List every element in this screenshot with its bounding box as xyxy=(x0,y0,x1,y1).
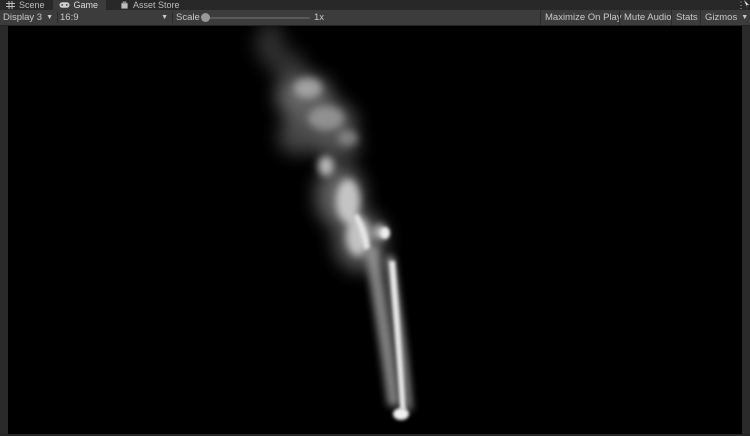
game-view[interactable] xyxy=(8,26,742,434)
tab-asset-store-label: Asset Store xyxy=(133,0,180,10)
display-dropdown[interactable]: Display 3 ▼ xyxy=(3,10,53,25)
maximize-on-play-label: Maximize On Play xyxy=(545,12,622,23)
letterbox-right xyxy=(742,26,750,436)
display-label: Display 3 xyxy=(3,12,43,23)
bag-icon xyxy=(121,1,128,9)
letterbox-left xyxy=(0,26,8,436)
editor-tab-bar: Scene Game Asset Store ⋮ xyxy=(0,0,750,10)
chevron-down-icon: ▼ xyxy=(161,14,168,21)
scale-slider-thumb[interactable] xyxy=(201,13,210,22)
divider xyxy=(172,12,173,23)
cursor-icon xyxy=(744,0,749,9)
aspect-dropdown[interactable]: 16:9 ▼ xyxy=(60,10,170,25)
smoke-particle-effect xyxy=(256,26,412,420)
tab-asset-store[interactable]: Asset Store xyxy=(106,0,188,10)
tab-game-label: Game xyxy=(73,0,99,10)
game-toolbar: Display 3 ▼ 16:9 ▼ Scale 1x Maximize On … xyxy=(0,10,750,26)
gamepad-icon xyxy=(58,2,70,8)
tab-game[interactable]: Game xyxy=(52,0,107,10)
tab-scene[interactable]: Scene xyxy=(0,0,53,10)
maximize-on-play-button[interactable]: Maximize On Play xyxy=(540,10,626,25)
tab-scene-label: Scene xyxy=(19,0,45,10)
scale-value: 1x xyxy=(314,12,325,23)
mute-audio-label: Mute Audio xyxy=(624,12,672,23)
gizmos-label: Gizmos xyxy=(705,12,738,23)
scale-label: Scale xyxy=(176,12,200,23)
mute-audio-button[interactable]: Mute Audio xyxy=(619,10,676,25)
stats-label: Stats xyxy=(676,12,698,23)
chevron-down-icon: ▼ xyxy=(741,14,749,21)
divider xyxy=(57,12,58,23)
chevron-down-icon: ▼ xyxy=(46,14,54,21)
aspect-label: 16:9 xyxy=(60,12,79,23)
stats-button[interactable]: Stats xyxy=(671,10,702,25)
grid-icon xyxy=(6,1,15,9)
gizmos-dropdown[interactable]: Gizmos ▼ xyxy=(700,10,750,25)
scale-slider-track[interactable] xyxy=(206,17,310,19)
